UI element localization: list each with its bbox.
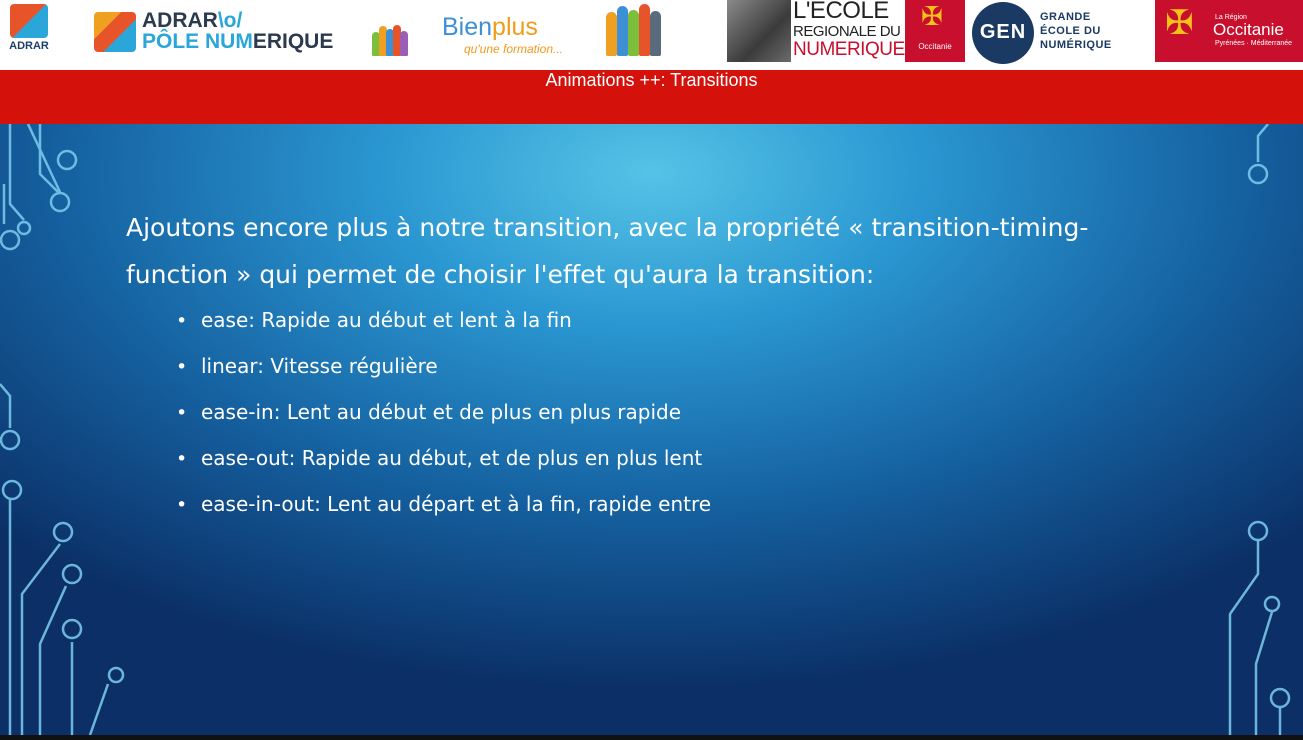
gen-mark: GEN: [979, 21, 1027, 43]
bottom-strip: [0, 735, 1303, 740]
ecole-line3: NUMERIQUE: [793, 39, 905, 60]
disc-bullet-icon: •: [176, 448, 188, 470]
people-group-icon: [372, 0, 408, 70]
list-item-text: ease: Rapide au début et lent à la fin: [201, 308, 572, 332]
occitanie-subtitle: Pyrénées · Méditerranée: [1215, 40, 1293, 47]
disc-bullet-icon: •: [176, 402, 188, 424]
adrar-emblem-icon: [10, 4, 48, 38]
intro-paragraph: Ajoutons encore plus à notre transition,…: [126, 213, 1089, 289]
gen-line3: NUMÉRIQUE: [1040, 39, 1112, 51]
list-item-text: linear: Vitesse régulière: [201, 354, 438, 378]
adrar-formation-logo: ADRAR: [6, 0, 52, 70]
ecole-line1: L'ECOLE: [793, 0, 889, 24]
occitanie-name: Occitanie: [1213, 20, 1284, 39]
occitanie-small-logo: ✠ Occitanie: [905, 0, 965, 62]
list-item-text: ease-in-out: Lent au départ et à la fin,…: [201, 492, 712, 516]
list-item: • linear: Vitesse régulière: [176, 354, 711, 400]
ecole-regionale-numerique-logo: L'ECOLE REGIONALE DU NUMERIQUE: [727, 0, 905, 70]
disc-bullet-icon: •: [176, 494, 188, 516]
bien-plus-tagline: qu'une formation...: [464, 42, 564, 56]
gen-line2: ÉCOLE DU: [1040, 25, 1101, 37]
adrar-pole-emblem-icon: [94, 12, 136, 52]
disc-bullet-icon: •: [176, 356, 188, 378]
list-item: • ease-in: Lent au début et de plus en pl…: [176, 400, 711, 446]
occitan-cross-icon: ✠: [921, 2, 943, 32]
adrar-pole-line2: PÔLE NUMERIQUE: [142, 30, 334, 53]
adrar-pole-numerique-logo: ADRAR\o/ PÔLE NUMERIQUE: [92, 0, 342, 70]
list-item: • ease: Rapide au début et lent à la fin: [176, 308, 711, 354]
circuit-lines-left: [0, 124, 125, 735]
list-item-text: ease-out: Rapide au début, et de plus en…: [201, 446, 703, 470]
disc-bullet-icon: •: [176, 310, 188, 332]
slide-content: Ajoutons encore plus à notre transition,…: [0, 124, 1303, 735]
occitan-cross-icon: ✠: [1165, 3, 1194, 43]
gen-line1: GRANDE: [1040, 11, 1091, 23]
occitanie-region-logo: ✠ La Région Occitanie Pyrénées · Méditer…: [1155, 0, 1303, 62]
title-bar: Animations ++: Transitions: [0, 70, 1303, 124]
bien-plus-wordmark: Bienplus: [442, 13, 538, 41]
circuit-lines-right: [1228, 124, 1291, 735]
grande-ecole-numerique-logo: GEN GRANDE ÉCOLE DU NUMÉRIQUE: [970, 0, 1125, 70]
bien-plus-logo: Bienplus qu'une formation...: [440, 0, 590, 70]
adrar-logo-text: ADRAR: [9, 40, 49, 52]
list-item: • ease-out: Rapide au début, et de plus e…: [176, 446, 711, 492]
occitanie-small-name: Occitanie: [918, 42, 952, 51]
ecole-line2: REGIONALE DU: [793, 23, 901, 40]
slide-title: Animations ++: Transitions: [545, 70, 758, 90]
ecole-photo: [727, 0, 791, 62]
list-item: • ease-in-out: Lent au départ et à la fin…: [176, 492, 711, 538]
slide: ADRAR ADRAR\o/ PÔLE NUMERIQUE Bienplus q…: [0, 0, 1303, 740]
gen-emblem-icon: GEN: [972, 2, 1034, 64]
partner-logo-bar: ADRAR ADRAR\o/ PÔLE NUMERIQUE Bienplus q…: [0, 0, 1303, 70]
timing-function-list: • ease: Rapide au début et lent à la fin …: [176, 308, 711, 538]
people-silhouettes-icon: [604, 0, 664, 70]
list-item-text: ease-in: Lent au début et de plus en plu…: [201, 400, 681, 424]
